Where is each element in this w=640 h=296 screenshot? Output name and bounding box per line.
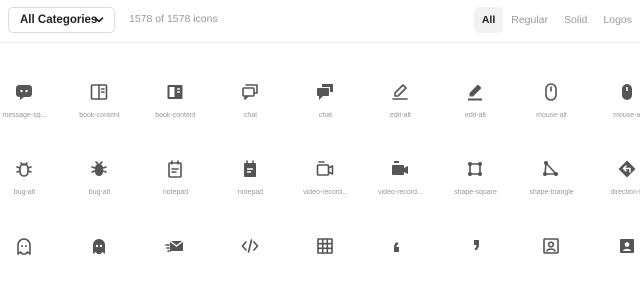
shape-triangle-icon xyxy=(541,159,561,179)
mouse-alt-solid-icon xyxy=(617,82,637,102)
icon-tile[interactable]: chat xyxy=(213,82,288,142)
icon-grid: message-sq... book-content book-content cha… xyxy=(0,0,640,256)
icon-tile-label: message-sq... xyxy=(2,112,47,119)
icon-tile-label: mouse-al xyxy=(613,112,640,119)
icon-tile-label: shape-triangle xyxy=(529,189,574,196)
icon-tile-label: chat xyxy=(318,112,333,119)
icon-tile[interactable]: mouse-al xyxy=(590,82,640,142)
code-alt-icon xyxy=(240,236,260,256)
direction-left-solid-icon xyxy=(617,159,637,179)
icon-tile[interactable] xyxy=(363,236,438,296)
notepad-solid-icon xyxy=(240,159,260,179)
icon-tile[interactable] xyxy=(288,236,363,296)
user-square-regular-icon xyxy=(541,236,561,256)
icon-tile-label: video-record... xyxy=(303,189,348,196)
icon-tile-label: direction-le xyxy=(610,189,640,196)
shape-square-icon xyxy=(465,159,485,179)
user-square-solid-icon xyxy=(617,236,637,256)
video-recording-solid-icon xyxy=(390,159,410,179)
icon-tile[interactable] xyxy=(438,236,513,296)
book-content-solid-icon xyxy=(165,82,185,102)
icon-tile[interactable]: book-content xyxy=(138,82,213,142)
icon-tile[interactable] xyxy=(0,236,62,296)
icon-tile[interactable]: shape-triangle xyxy=(514,159,589,219)
icon-tile-label: book-content xyxy=(79,112,120,119)
mouse-alt-regular-icon xyxy=(541,82,561,102)
ghost-solid-icon xyxy=(89,236,109,256)
icon-tile[interactable] xyxy=(62,236,137,296)
icon-tile[interactable] xyxy=(590,236,640,296)
chat-regular-icon xyxy=(240,82,260,102)
icon-tile-label: bug-alt xyxy=(13,189,36,196)
icon-tile[interactable]: edit-alt xyxy=(438,82,513,142)
book-content-regular-icon xyxy=(89,82,109,102)
icon-tile[interactable] xyxy=(138,236,213,296)
icon-tile-label: video-record... xyxy=(378,189,423,196)
icon-tile-label: edit-alt xyxy=(464,112,486,119)
ghost-regular-icon xyxy=(14,236,34,256)
bug-alt-regular-icon xyxy=(14,159,34,179)
icon-tile[interactable]: video-record... xyxy=(288,159,363,219)
icon-tile-label: shape-square xyxy=(454,189,497,196)
bug-alt-solid-icon xyxy=(89,159,109,179)
icon-tile[interactable]: bug-alt xyxy=(0,159,62,219)
video-recording-regular-icon xyxy=(315,159,335,179)
edit-alt-regular-icon xyxy=(390,82,410,102)
icon-tile[interactable]: mouse-alt xyxy=(514,82,589,142)
icon-tile-label: bug-alt xyxy=(88,189,111,196)
icon-tile[interactable]: shape-square xyxy=(438,159,513,219)
edit-alt-solid-icon xyxy=(465,82,485,102)
chat-solid-icon xyxy=(315,82,335,102)
icon-tile[interactable] xyxy=(213,236,288,296)
icon-tile-label: edit-alt xyxy=(389,112,411,119)
icon-tile[interactable]: bug-alt xyxy=(62,159,137,219)
icon-tile[interactable]: direction-le xyxy=(590,159,640,219)
icon-tile[interactable]: video-record... xyxy=(363,159,438,219)
grid-icon xyxy=(315,236,335,256)
icon-tile-label: notepad xyxy=(237,189,264,196)
icon-tile[interactable] xyxy=(514,236,589,296)
icon-tile-label: mouse-alt xyxy=(536,112,567,119)
icon-tile[interactable]: edit-alt xyxy=(363,82,438,142)
mail-send-icon xyxy=(165,236,185,256)
icon-tile[interactable]: book-content xyxy=(62,82,137,142)
icon-tile[interactable]: message-sq... xyxy=(0,82,62,142)
quote-left-icon xyxy=(390,236,410,256)
icon-tile-label: notepad xyxy=(162,189,189,196)
message-square-dots-solid-icon xyxy=(14,82,34,102)
icon-tile-label: book-content xyxy=(155,112,196,119)
icon-tile-label: chat xyxy=(243,112,258,119)
notepad-regular-icon xyxy=(165,159,185,179)
icon-tile[interactable]: chat xyxy=(288,82,363,142)
icon-tile[interactable]: notepad xyxy=(138,159,213,219)
icon-tile[interactable]: notepad xyxy=(213,159,288,219)
quote-right-icon xyxy=(465,236,485,256)
